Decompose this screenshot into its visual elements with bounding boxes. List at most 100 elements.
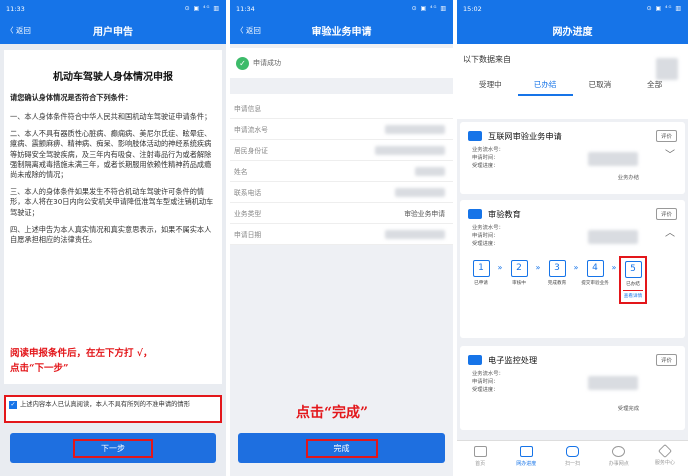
back-button[interactable]: 〈 返回 — [6, 25, 31, 36]
step-label: 提交审验业务 — [581, 281, 609, 286]
card-header: 审验教育 评价 — [460, 200, 685, 224]
redacted-value — [588, 230, 638, 244]
progress-step: 3 完成教育 — [543, 260, 571, 286]
info-row: 申请流水号 — [230, 119, 453, 140]
header-bar: 11:34 ⊙ ▣ ⁴ᴳ ▥ 〈 返回 审验业务申请 — [230, 0, 453, 44]
home-icon — [473, 446, 487, 457]
serial-label: 业务流水号： — [472, 371, 504, 377]
step-number: 5 — [624, 261, 642, 278]
phone-application: 11:34 ⊙ ▣ ⁴ᴳ ▥ 〈 返回 审验业务申请 ✓ 申请成功 申请信息 申… — [230, 0, 453, 476]
step-label: 完成教育 — [547, 281, 567, 286]
next-step-button[interactable]: 下一步 — [10, 433, 216, 463]
tab-processing[interactable]: 受理中 — [463, 79, 518, 96]
phone-declaration: 11:33 ⊙ ▣ ⁴ᴳ ▥ 〈 返回 用户申告 机动车驾驶人身体情况申报 请您… — [0, 0, 226, 476]
business-card[interactable]: 审验教育 评价 业务流水号： 申请时间： 受理进度： ︿ 1 已申请 » 2 审… — [460, 200, 685, 338]
info-label: 申请日期 — [234, 231, 262, 239]
redacted-value — [385, 229, 445, 239]
scan-icon — [566, 446, 579, 457]
nav-label: 办事网点 — [608, 461, 629, 467]
status-time: 15:02 — [463, 4, 482, 13]
redacted-value — [415, 166, 445, 176]
page-title: 审验业务申请 — [311, 27, 372, 38]
chevron-up-icon[interactable]: ︿ — [665, 224, 675, 239]
header-bar: 11:33 ⊙ ▣ ⁴ᴳ ▥ 〈 返回 用户申告 — [0, 0, 226, 44]
step-number: 1 — [472, 260, 490, 277]
business-card[interactable]: 电子监控处理 评价 业务流水号： 申请时间： 受理进度： 受理完成 — [460, 346, 685, 430]
checkbox-checked-icon[interactable]: ✓ — [9, 401, 17, 409]
nav-progress[interactable]: 网办进度 — [503, 441, 549, 476]
progress-step: 4 提交审验业务 — [581, 260, 609, 286]
progress-step: 1 已申请 — [467, 260, 495, 286]
status-bar: 15:02 ⊙ ▣ ⁴ᴳ ▥ — [457, 0, 688, 17]
apply-time-label: 申请时间： — [472, 155, 499, 161]
redacted-avatar — [656, 58, 678, 80]
redacted-value — [588, 152, 638, 166]
chevron-right-icon: » — [611, 263, 617, 272]
nav-scan[interactable]: 扫一扫 — [549, 441, 595, 476]
card-header: 电子监控处理 评价 — [460, 346, 685, 370]
rate-button[interactable]: 评价 — [655, 208, 677, 220]
info-row: 申请信息 — [230, 98, 453, 119]
camera-icon — [468, 355, 482, 365]
info-row: 业务类型 审验业务申请 — [230, 203, 453, 224]
info-row: 联系电话 — [230, 182, 453, 203]
agreement-checkbox-row[interactable]: ✓ 上述内容本人已认真阅读，本人不具有所列的不准申请的情形 — [4, 395, 222, 423]
redacted-value — [385, 124, 445, 134]
document-title: 机动车驾驶人身体情况申报 — [53, 72, 173, 83]
redacted-value — [588, 376, 638, 390]
chevron-right-icon: » — [535, 263, 541, 272]
success-text: 申请成功 — [253, 59, 281, 67]
tab-cancelled[interactable]: 已取消 — [573, 79, 628, 96]
nav-label: 网办进度 — [516, 461, 537, 467]
card-status: 业务办结 — [617, 175, 639, 181]
nav-home[interactable]: 首页 — [457, 441, 503, 476]
step-number: 2 — [510, 260, 528, 277]
chevron-down-icon[interactable]: ﹀ — [665, 146, 675, 161]
tab-all[interactable]: 全部 — [627, 79, 682, 96]
success-check-icon: ✓ — [236, 56, 249, 70]
monitor-icon — [519, 446, 533, 457]
nav-service[interactable]: 服务中心 — [642, 441, 688, 476]
back-button[interactable]: 〈 返回 — [236, 25, 261, 36]
done-button[interactable]: 完成 — [238, 433, 445, 463]
status-icons: ⊙ ▣ ⁴ᴳ ▥ — [646, 5, 682, 12]
condition-2: 二、本人不具有器质性心脏病、癫痫病、美尼尔氏症、眩晕症、癔病、震颤麻痹、精神病、… — [10, 129, 212, 180]
tab-completed[interactable]: 已办结 — [517, 79, 573, 96]
info-row: 申请日期 — [230, 224, 453, 245]
rate-button[interactable]: 评价 — [655, 354, 677, 366]
chevron-right-icon: » — [573, 263, 579, 272]
view-detail-link[interactable]: 查看详情 — [623, 290, 643, 299]
business-card[interactable]: 互联网审验业务申请 评价 业务流水号： 申请时间： 受理进度： 业务办结 ﹀ — [460, 122, 685, 194]
progress-step-final[interactable]: 5 已办结 查看详情 — [619, 256, 647, 304]
progress-label: 受理进度： — [472, 241, 499, 247]
success-banner: ✓ 申请成功 — [230, 48, 453, 78]
done-label: 完成 — [305, 438, 378, 458]
redacted-value — [395, 187, 445, 197]
next-step-label: 下一步 — [73, 438, 153, 458]
info-label: 申请流水号 — [234, 126, 268, 134]
info-row: 居民身份证 — [230, 140, 453, 161]
progress-label: 受理进度： — [472, 163, 499, 169]
progress-step: 2 审核中 — [505, 260, 533, 286]
status-time: 11:33 — [6, 4, 25, 13]
business-type-value: 审验业务申请 — [404, 210, 445, 218]
bottom-nav: 首页 网办进度 扫一扫 办事网点 服务中心 — [457, 440, 688, 476]
header-bar: 15:02 ⊙ ▣ ⁴ᴳ ▥ 网办进度 — [457, 0, 688, 44]
condition-1: 一、本人身体条件符合中华人民共和国机动车驾驶证申请条件； — [10, 112, 212, 121]
info-label: 业务类型 — [234, 210, 262, 218]
card-title: 电子监控处理 — [488, 355, 538, 365]
application-info: 申请信息 申请流水号 居民身份证 姓名 联系电话 业务类型 审验业务申请 申请日… — [230, 94, 453, 245]
status-icons: ⊙ ▣ ⁴ᴳ ▥ — [184, 5, 220, 12]
diamond-icon — [657, 443, 672, 459]
rate-button[interactable]: 评价 — [655, 130, 677, 142]
card-header: 互联网审验业务申请 评价 — [460, 122, 685, 146]
card-title: 互联网审验业务申请 — [488, 131, 562, 141]
nav-bar: 〈 返回 用户申告 — [0, 17, 226, 44]
card-title: 审验教育 — [488, 209, 521, 219]
nav-outlets[interactable]: 办事网点 — [596, 441, 642, 476]
document-lead: 请您确认身体情况是否符合下列条件： — [10, 93, 133, 102]
instruction-line-2: 点击“下一步” — [10, 363, 69, 374]
nav-label: 服务中心 — [654, 460, 675, 466]
location-icon — [612, 446, 626, 457]
card-status: 受理完成 — [617, 406, 639, 412]
